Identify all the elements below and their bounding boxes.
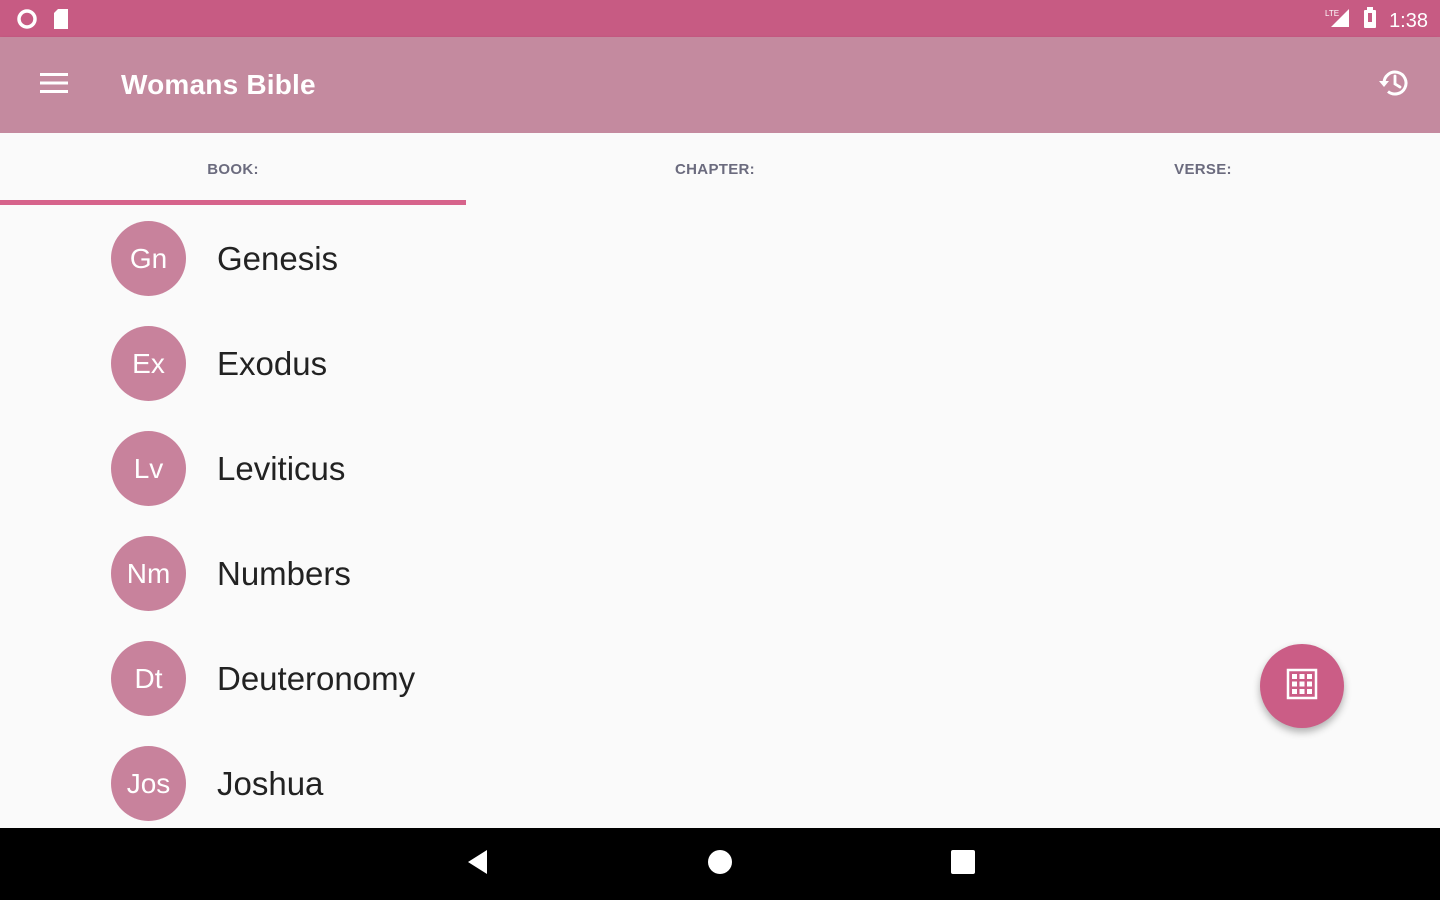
navigation-bar (0, 828, 1440, 900)
book-abbr-avatar: Ex (111, 326, 186, 401)
list-item[interactable]: Ex Exodus (0, 311, 480, 416)
menu-button[interactable] (30, 65, 78, 105)
book-abbr-avatar: Dt (111, 641, 186, 716)
recents-button[interactable] (941, 844, 985, 884)
app-title: Womans Bible (121, 69, 316, 100)
back-icon (465, 848, 491, 881)
list-item[interactable]: Gn Genesis (0, 206, 480, 311)
grid-view-button[interactable] (1260, 644, 1344, 728)
tab-book[interactable]: BOOK: (0, 133, 466, 206)
tab-verse[interactable]: VERSE: (970, 133, 1436, 206)
book-name: Joshua (217, 764, 324, 802)
list-item[interactable]: Lv Leviticus (0, 416, 480, 521)
home-icon (706, 848, 734, 881)
app-bar: Womans Bible (0, 37, 1440, 133)
book-abbr-avatar: Gn (111, 221, 186, 296)
sd-card-icon (52, 8, 70, 35)
menu-icon (39, 71, 69, 100)
status-time: 1:38 (1389, 9, 1428, 32)
list-item[interactable]: Jos Joshua (0, 731, 480, 828)
tab-chapter[interactable]: CHAPTER: (482, 133, 948, 206)
book-name: Deuteronomy (217, 659, 416, 697)
history-button[interactable] (1370, 63, 1418, 107)
book-name: Genesis (217, 239, 339, 277)
svg-text:LTE: LTE (1325, 9, 1339, 18)
list-item[interactable]: Dt Deuteronomy (0, 626, 480, 731)
tab-bar: BOOK: CHAPTER: VERSE: (0, 133, 1440, 206)
back-button[interactable] (456, 844, 500, 884)
book-abbr-avatar: Jos (111, 746, 186, 821)
signal-icon: LTE (1325, 7, 1351, 35)
battery-icon (1363, 7, 1377, 35)
book-abbr-avatar: Lv (111, 431, 186, 506)
history-icon (1377, 66, 1411, 105)
grid-icon (1286, 668, 1318, 705)
home-button[interactable] (698, 844, 742, 884)
book-list[interactable]: Gn Genesis Ex Exodus Lv Leviticus Nm Num… (0, 206, 480, 828)
book-name: Leviticus (217, 449, 346, 487)
book-name: Numbers (217, 554, 351, 592)
tab-indicator (0, 200, 466, 205)
list-item[interactable]: Nm Numbers (0, 521, 480, 626)
status-bar: LTE 1:38 (0, 0, 1440, 37)
circle-notification-icon (16, 8, 38, 35)
book-name: Exodus (217, 344, 328, 382)
book-abbr-avatar: Nm (111, 536, 186, 611)
recents-icon (950, 849, 976, 880)
